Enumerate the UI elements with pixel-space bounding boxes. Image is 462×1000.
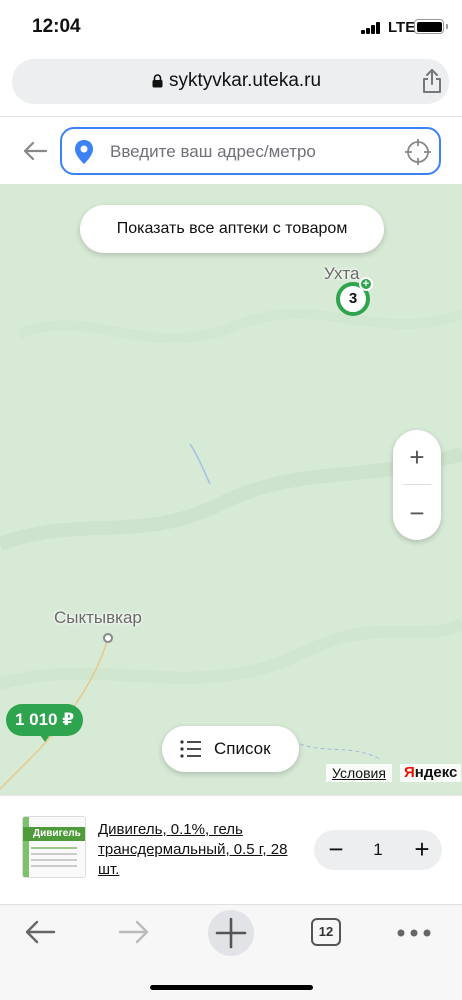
yandex-logo: Яндекс: [400, 764, 462, 782]
product-image[interactable]: Дивигель: [22, 816, 86, 878]
list-icon: [180, 740, 201, 758]
city-label-ukhta: Ухта: [324, 264, 360, 283]
status-bar: 12:04 LTE: [0, 0, 462, 56]
list-view-label: Список: [214, 739, 271, 758]
product-name-link[interactable]: Дивигель, 0.1%, гель трансдермальный, 0.…: [98, 820, 298, 880]
tabs-icon[interactable]: 12: [311, 918, 341, 946]
url-bar[interactable]: syktyvkar.uteka.ru: [12, 59, 449, 104]
zoom-out-button[interactable]: −: [393, 488, 441, 538]
yandex-logo-rest: ндекс: [414, 764, 458, 781]
back-arrow-icon[interactable]: [22, 138, 48, 164]
status-time: 12:04: [32, 16, 81, 37]
product-bar: Дивигель Дивигель, 0.1%, гель трансдерма…: [0, 796, 462, 904]
network-type: LTE: [388, 19, 416, 36]
lock-icon: [152, 74, 163, 88]
zoom-in-button[interactable]: +: [393, 432, 441, 482]
share-icon[interactable]: [420, 68, 444, 94]
new-tab-button[interactable]: [208, 910, 254, 956]
show-all-pharmacies-button[interactable]: Показать все аптеки с товаром: [80, 205, 384, 253]
search-row: [0, 116, 462, 184]
terms-link[interactable]: Условия: [326, 764, 392, 782]
browser-toolbar: 12: [0, 904, 462, 1000]
quantity-value: 1: [373, 840, 383, 859]
city-label-syktyvkar: Сыктывкар: [54, 608, 142, 627]
zoom-control: + −: [393, 430, 441, 540]
quantity-plus-button[interactable]: +: [402, 830, 442, 870]
price-marker[interactable]: 1 010 ₽: [6, 704, 83, 742]
crosshair-icon[interactable]: [405, 139, 431, 165]
battery-icon: [414, 19, 448, 34]
url-text: syktyvkar.uteka.ru: [169, 70, 322, 91]
yandex-logo-y: Я: [404, 764, 415, 781]
address-search-box[interactable]: [60, 127, 441, 175]
more-icon[interactable]: [396, 928, 432, 938]
signal-icon: [361, 22, 381, 34]
back-icon[interactable]: [24, 918, 56, 946]
list-view-button[interactable]: Список: [162, 726, 299, 772]
zoom-divider: [403, 484, 431, 485]
location-pin-icon: [75, 140, 93, 164]
cluster-plus-icon: +: [359, 277, 373, 291]
address-search-input[interactable]: [110, 142, 380, 162]
home-indicator: [150, 985, 313, 990]
quantity-stepper: − 1 +: [314, 830, 442, 870]
quantity-minus-button[interactable]: −: [316, 830, 356, 870]
forward-icon[interactable]: [118, 918, 150, 946]
product-image-brand: Дивигель: [33, 828, 81, 839]
map[interactable]: Показать все аптеки с товаром Ухта 3 + +…: [0, 184, 462, 796]
plus-icon: [215, 917, 247, 949]
city-dot-icon: [103, 633, 113, 643]
